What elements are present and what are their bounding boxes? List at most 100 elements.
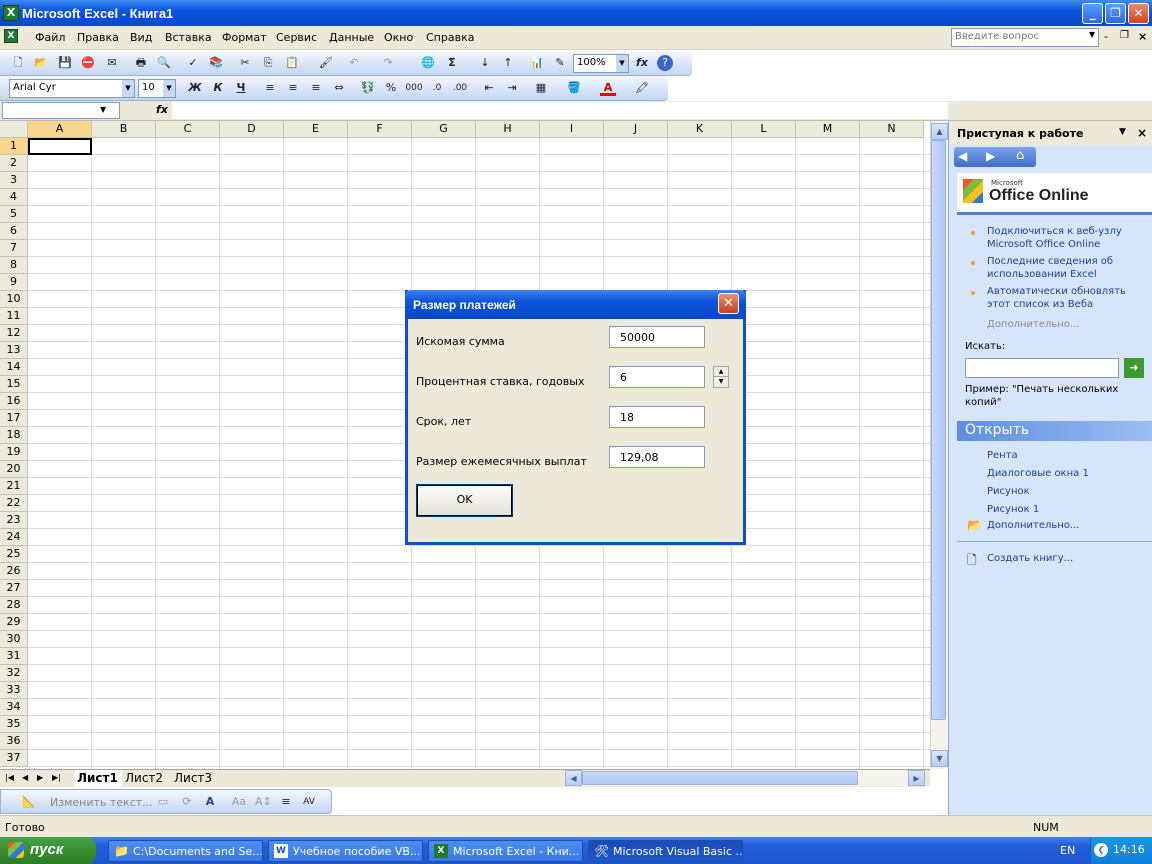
redo-icon[interactable]: ↷ (380, 55, 396, 71)
borders-icon[interactable]: ▦ (533, 80, 549, 96)
next-sheet-icon[interactable]: ▶ (37, 773, 43, 782)
row-header-12[interactable]: 12 (0, 325, 28, 342)
vertical-scroll-thumb[interactable] (931, 140, 946, 720)
sort-ascending-icon[interactable]: ↓ (477, 55, 493, 71)
document-menu-icon[interactable]: X (4, 29, 18, 43)
menu-view[interactable]: Вид (130, 31, 152, 44)
row-header-32[interactable]: 32 (0, 665, 28, 682)
column-header-a[interactable]: A (28, 121, 92, 138)
horizontal-scroll-thumb[interactable] (582, 771, 858, 785)
column-header-e[interactable]: E (284, 121, 348, 138)
column-header-h[interactable]: H (476, 121, 540, 138)
row-header-31[interactable]: 31 (0, 648, 28, 665)
align-left-icon[interactable]: ≡ (262, 80, 278, 96)
active-cell[interactable] (28, 138, 92, 155)
font-color-icon[interactable]: A (600, 80, 616, 96)
row-header-10[interactable]: 10 (0, 291, 28, 308)
sheet-tab-3[interactable]: Лист3 (174, 770, 212, 787)
open-more-link[interactable]: Дополнительно... (987, 519, 1079, 532)
task-explorer[interactable]: 📁 C:\Documents and Se... (108, 840, 263, 862)
spin-up-icon[interactable]: ▲ (714, 367, 728, 377)
column-header-c[interactable]: C (156, 121, 220, 138)
italic-button[interactable]: К (210, 80, 226, 96)
wordart-icon[interactable]: A (202, 794, 218, 810)
task-excel[interactable]: X Microsoft Excel - Кни... (428, 840, 583, 862)
preview-icon[interactable]: 🔍 (156, 55, 172, 71)
row-header-17[interactable]: 17 (0, 410, 28, 427)
menu-format[interactable]: Формат (222, 31, 267, 44)
increase-decimal-icon[interactable]: .0 (429, 80, 445, 96)
tray-expand-icon[interactable]: ❮ (1094, 843, 1108, 857)
doc-close-button[interactable]: × (1138, 30, 1147, 43)
row-header-24[interactable]: 24 (0, 529, 28, 546)
forward-icon[interactable]: ▶ (986, 149, 995, 163)
menu-insert[interactable]: Вставка (165, 31, 212, 44)
office-online-banner[interactable]: Microsoft Office Online (957, 173, 1152, 215)
ask-question-input[interactable]: Введите вопрос (951, 28, 1099, 47)
payment-output[interactable]: 129,08 (609, 446, 705, 468)
pane-dropdown-icon[interactable]: ▼ (1119, 127, 1126, 137)
row-header-22[interactable]: 22 (0, 495, 28, 512)
font-dropdown-icon[interactable]: ▼ (122, 80, 134, 97)
insert-text-icon[interactable]: 📐 (21, 794, 37, 810)
open-icon[interactable]: 📂 (33, 55, 49, 71)
row-header-28[interactable]: 28 (0, 597, 28, 614)
row-header-36[interactable]: 36 (0, 733, 28, 750)
align-right-icon[interactable]: ≡ (308, 80, 324, 96)
row-header-11[interactable]: 11 (0, 308, 28, 325)
fill-color-icon[interactable]: 🪣 (566, 80, 582, 96)
row-header-3[interactable]: 3 (0, 172, 28, 189)
language-indicator[interactable]: EN (1060, 844, 1075, 857)
thousands-button[interactable]: 000 (404, 80, 424, 96)
print-preview-mail-icon[interactable]: ✉ (104, 55, 120, 71)
link-more-online[interactable]: Дополнительно... (987, 318, 1079, 331)
sum-input[interactable]: 50000 (609, 326, 705, 348)
undo-icon[interactable]: ↶ (346, 55, 362, 71)
row-header-18[interactable]: 18 (0, 427, 28, 444)
rate-spinner[interactable]: ▲ ▼ (713, 366, 729, 388)
row-header-7[interactable]: 7 (0, 240, 28, 257)
link-connect-office-online[interactable]: Подключиться к веб-узлу Microsoft Office… (987, 225, 1137, 251)
row-header-35[interactable]: 35 (0, 716, 28, 733)
paste-icon[interactable]: 📋 (284, 55, 300, 71)
row-header-4[interactable]: 4 (0, 189, 28, 206)
row-header-5[interactable]: 5 (0, 206, 28, 223)
task-vba[interactable]: 🛠 Microsoft Visual Basic ... (588, 840, 743, 862)
recent-file-3[interactable]: Рисунок (987, 485, 1030, 498)
recent-file-2[interactable]: Диалоговые окна 1 (987, 467, 1089, 480)
sheet-tab-1[interactable]: Лист1 (75, 770, 122, 787)
create-workbook-link[interactable]: Создать книгу... (987, 552, 1073, 565)
row-header-23[interactable]: 23 (0, 512, 28, 529)
home-icon[interactable]: ⌂ (1016, 148, 1024, 163)
name-box-dropdown-icon[interactable]: ▼ (100, 105, 106, 114)
research-icon[interactable]: 📚 (208, 55, 224, 71)
rotate-icon[interactable]: ⟳ (179, 794, 195, 810)
row-header-13[interactable]: 13 (0, 342, 28, 359)
row-header-9[interactable]: 9 (0, 274, 28, 291)
spelling-icon[interactable]: ✓ (185, 55, 201, 71)
column-header-b[interactable]: B (92, 121, 156, 138)
dialog-close-button[interactable]: ✕ (718, 293, 739, 314)
scroll-left-icon[interactable]: ◀ (565, 770, 582, 786)
ask-dropdown-icon[interactable]: ▼ (1089, 30, 1095, 39)
doc-restore-button[interactable]: ❐ (1120, 30, 1129, 41)
column-header-i[interactable]: I (540, 121, 604, 138)
prev-sheet-icon[interactable]: ◀ (22, 773, 28, 782)
column-header-k[interactable]: K (668, 121, 732, 138)
row-header-6[interactable]: 6 (0, 223, 28, 240)
row-header-33[interactable]: 33 (0, 682, 28, 699)
new-icon[interactable]: 🗋 (10, 55, 26, 71)
row-header-26[interactable]: 26 (0, 563, 28, 580)
zoom-dropdown-icon[interactable]: ▼ (616, 55, 628, 72)
start-button[interactable]: пуск (0, 837, 96, 864)
menu-help[interactable]: Справка (426, 31, 474, 44)
spin-down-icon[interactable]: ▼ (714, 377, 728, 387)
close-button[interactable]: ✕ (1128, 3, 1149, 24)
menu-data[interactable]: Данные (329, 31, 374, 44)
first-sheet-icon[interactable]: |◀ (5, 773, 14, 782)
formula-fx-icon[interactable]: fx (156, 103, 168, 116)
row-header-37[interactable]: 37 (0, 750, 28, 767)
pane-close-icon[interactable]: × (1137, 126, 1147, 140)
column-header-l[interactable]: L (732, 121, 796, 138)
horizontal-scrollbar[interactable]: ◀ ▶ (565, 770, 925, 786)
